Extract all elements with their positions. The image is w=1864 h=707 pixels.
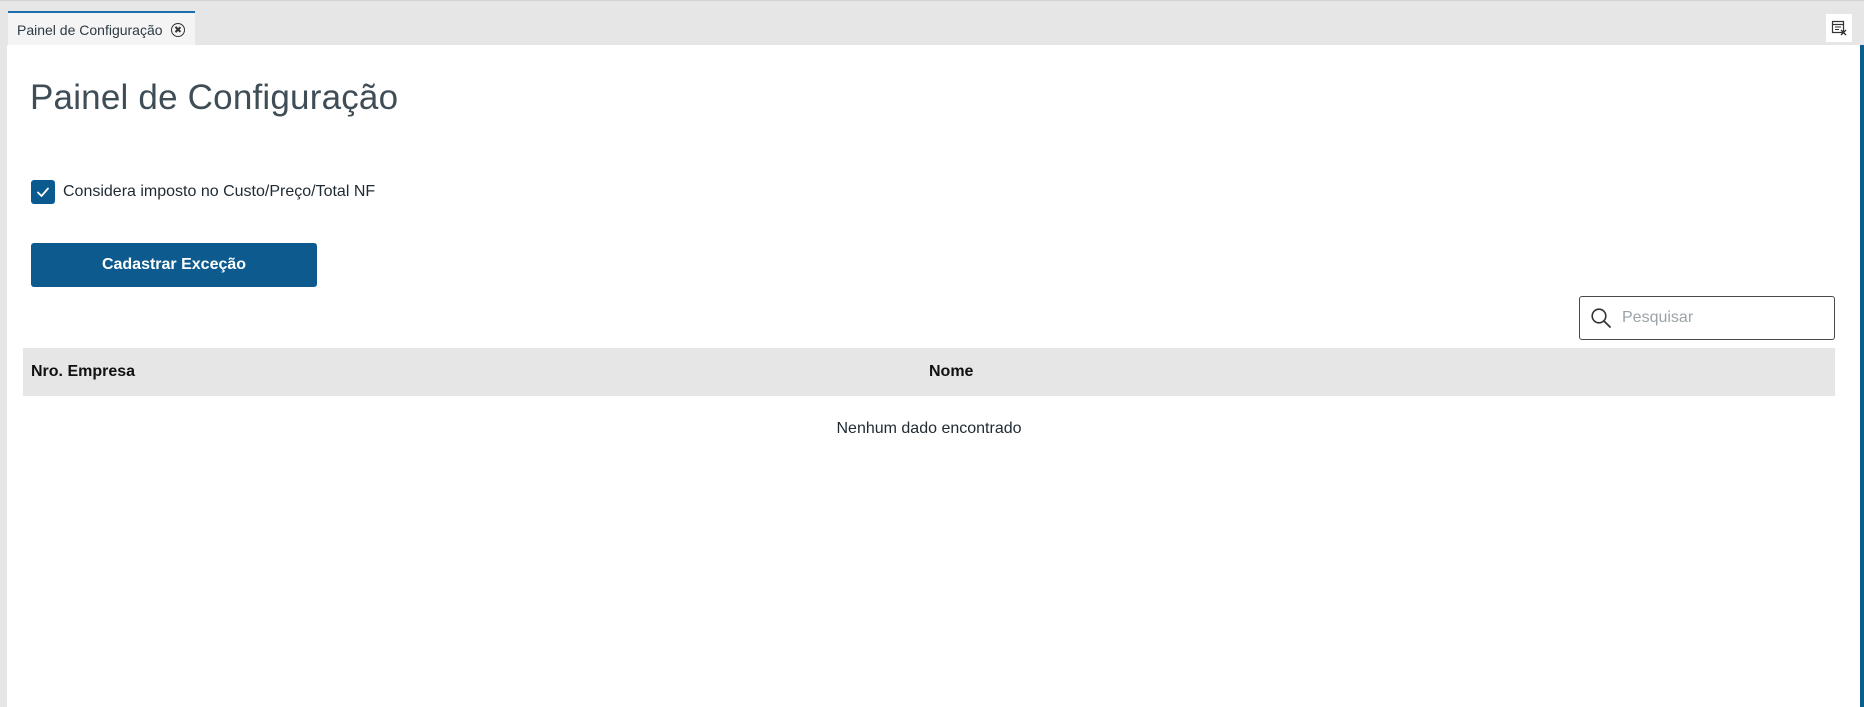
- main-content: Painel de Configuração Considera imposto…: [7, 45, 1857, 707]
- tax-option-checkbox-row[interactable]: Considera imposto no Custo/Preço/Total N…: [31, 180, 375, 204]
- column-header-nome[interactable]: Nome: [929, 348, 973, 396]
- column-header-nro-empresa[interactable]: Nro. Empresa: [31, 348, 135, 396]
- window-close-button[interactable]: [1826, 14, 1852, 42]
- register-exception-button[interactable]: Cadastrar Exceção: [31, 243, 317, 287]
- check-icon: [37, 187, 49, 197]
- tax-option-label: Considera imposto no Custo/Preço/Total N…: [63, 183, 376, 200]
- window-close-icon: [1831, 20, 1847, 36]
- search-input[interactable]: [1622, 298, 1834, 338]
- tab-label: Painel de Configuração: [17, 21, 163, 38]
- search-field[interactable]: [1579, 296, 1835, 340]
- tab-bar: Painel de Configuração: [0, 0, 1864, 46]
- table-header: Nro. Empresa Nome: [23, 348, 1835, 396]
- search-icon: [1580, 297, 1622, 339]
- close-circle-icon[interactable]: [170, 22, 185, 37]
- tax-option-checkbox[interactable]: [31, 180, 55, 204]
- tab-painel-configuracao[interactable]: Painel de Configuração: [8, 11, 195, 46]
- left-edge: [0, 45, 7, 707]
- right-accent-bar: [1860, 45, 1864, 707]
- page-title: Painel de Configuração: [30, 78, 399, 117]
- empty-table-message: Nenhum dado encontrado: [836, 420, 1022, 437]
